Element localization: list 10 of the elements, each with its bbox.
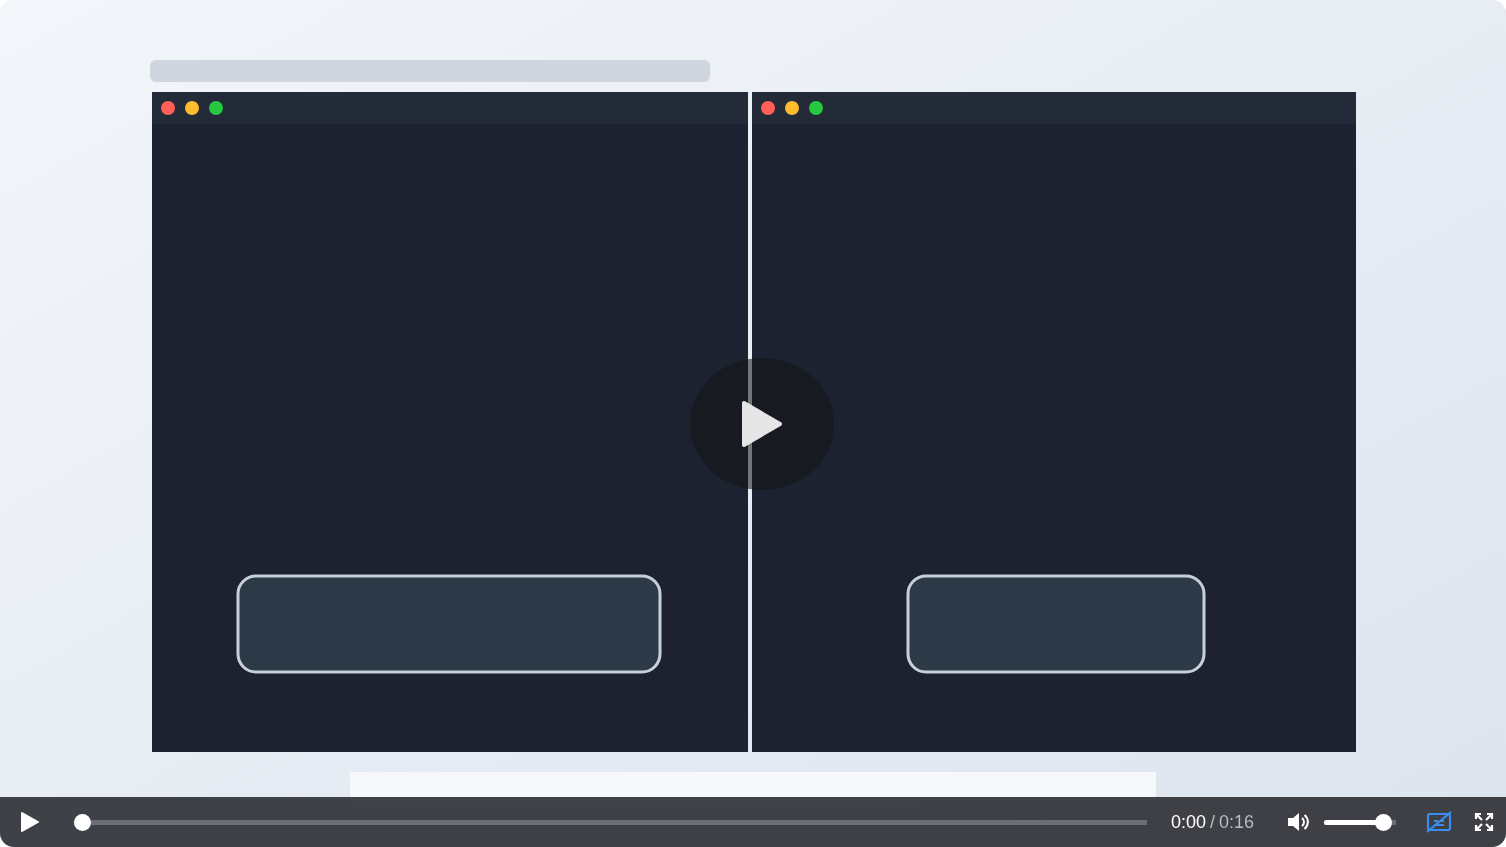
- play-icon[interactable]: [20, 811, 40, 833]
- slider-thumb[interactable]: [74, 813, 91, 831]
- captions-off-icon[interactable]: [1426, 811, 1452, 833]
- slider-thumb[interactable]: [1374, 813, 1392, 831]
- time-separator: /: [1209, 810, 1215, 834]
- play-icon: [740, 399, 784, 449]
- duration: 0:16: [1218, 810, 1254, 834]
- current-time: 0:00: [1170, 810, 1206, 834]
- fullscreen-icon[interactable]: [1474, 812, 1494, 832]
- volume-icon[interactable]: [1286, 811, 1310, 833]
